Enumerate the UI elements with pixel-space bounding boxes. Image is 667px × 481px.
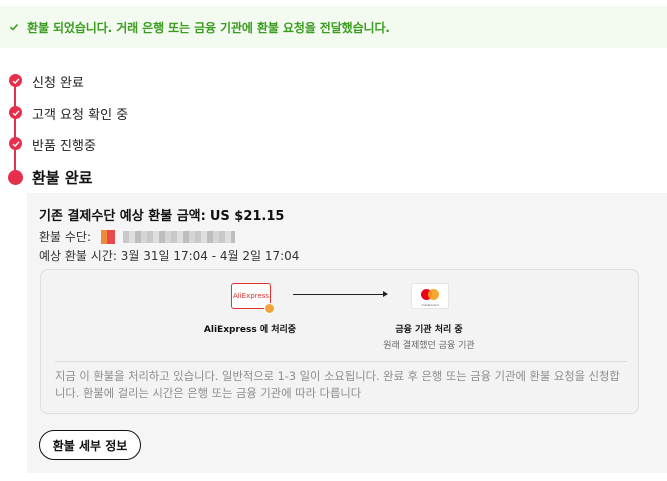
refund-panel: 기존 결제수단 예상 환불 금액: US $21.15 환불 수단: 예상 환불 … bbox=[27, 193, 667, 473]
refund-notice: 지금 이 환불을 처리하고 있습니다. 일반적으로 1-3 일이 소요됩니다. … bbox=[55, 370, 620, 400]
refund-time: 예상 환불 시간: 3월 31일 17:04 - 4월 2일 17:04 bbox=[39, 249, 300, 263]
timeline-step-returning: 반품 진행중 bbox=[32, 139, 96, 154]
refund-method-row: 환불 수단: bbox=[39, 228, 236, 245]
timeline-line bbox=[14, 80, 16, 176]
mastercard-logo-icon: mastercard bbox=[411, 283, 449, 309]
check-icon bbox=[9, 23, 19, 31]
refund-amount-label: 기존 결제수단 예상 환불 금액: bbox=[39, 209, 206, 224]
timeline-step-refunded: 환불 완료 bbox=[32, 169, 93, 187]
flow-to-label: 금융 기관 처리 중 bbox=[395, 325, 463, 335]
success-banner: 환불 되었습니다. 거래 은행 또는 금융 기관에 환불 요청을 전달했습니다. bbox=[0, 6, 667, 48]
divider bbox=[55, 361, 627, 362]
timeline-step-applied: 신청 완료 bbox=[32, 76, 84, 91]
step-current-dot-icon bbox=[8, 170, 23, 185]
step-check-icon bbox=[9, 74, 22, 87]
timeline-step-reviewing: 고객 요청 확인 중 bbox=[32, 108, 129, 123]
step-check-icon bbox=[9, 137, 22, 150]
flow-to-sublabel: 원래 결제했던 금융 기관 bbox=[383, 341, 475, 351]
refund-amount-value: US $21.15 bbox=[209, 209, 285, 224]
refund-amount-heading: 기존 결제수단 예상 환불 금액: US $21.15 bbox=[39, 205, 284, 224]
refund-method-label: 환불 수단: bbox=[39, 230, 92, 244]
masked-card-number bbox=[123, 230, 236, 243]
card-icon bbox=[101, 229, 116, 244]
step-check-icon bbox=[9, 106, 22, 119]
banner-message: 환불 되었습니다. 거래 은행 또는 금융 기관에 환불 요청을 전달했습니다. bbox=[27, 20, 390, 35]
refund-details-button[interactable]: 환불 세부 정보 bbox=[39, 430, 141, 460]
arrow-right-icon bbox=[293, 291, 388, 297]
flow-from-label: AliExpress 에 처리중 bbox=[203, 325, 297, 335]
aliexpress-logo-icon: AliExpress bbox=[231, 283, 275, 314]
refund-flow-box: AliExpress mastercard AliExpress 에 처리중 금… bbox=[40, 269, 639, 414]
